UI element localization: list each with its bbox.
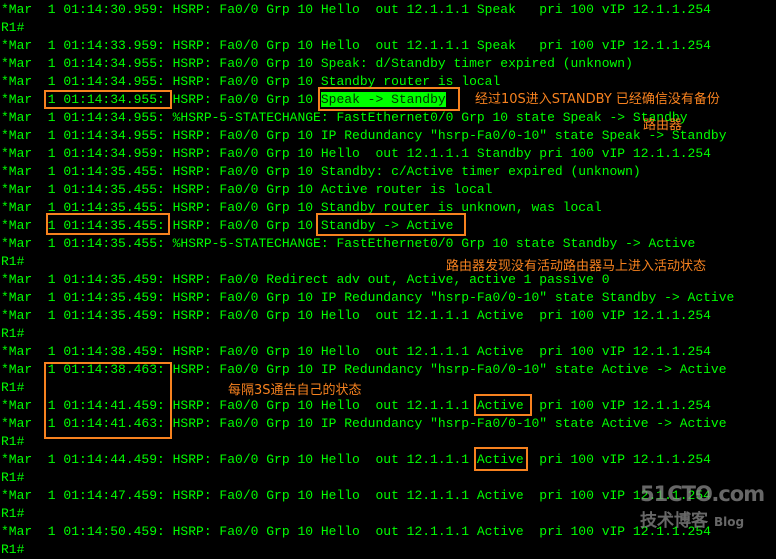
log-line: *Mar 1 01:14:35.459: HSRP: Fa0/0 Grp 10 … xyxy=(1,290,735,305)
log-line: *Mar 1 01:14:44.459: HSRP: Fa0/0 Grp 10 … xyxy=(1,452,711,467)
log-line: *Mar 1 01:14:50.459: HSRP: Fa0/0 Grp 10 … xyxy=(1,524,711,539)
watermark-subtitle: 技术博客 xyxy=(640,511,708,531)
annotation-active: 路由器发现没有活动路由器马上进入活动状态 xyxy=(446,259,707,274)
highlight-box-timestamp-speak-standby xyxy=(44,90,172,109)
highlight-box-active-2 xyxy=(474,447,528,471)
prompt-line: R1# xyxy=(1,326,25,341)
annotation-hello: 每隔3S通告自己的状态 xyxy=(228,383,362,398)
annotation-standby-cont: 路由器 xyxy=(643,118,683,133)
log-line: *Mar 1 01:14:35.459: HSRP: Fa0/0 Grp 10 … xyxy=(1,308,711,323)
prompt-line: R1# xyxy=(1,380,25,395)
highlight-box-timestamp-standby-active xyxy=(46,213,170,235)
prompt-line: R1# xyxy=(1,542,25,557)
highlight-box-active-1 xyxy=(474,394,532,416)
prompt-line: R1# xyxy=(1,254,25,269)
log-line: *Mar 1 01:14:34.955: HSRP: Fa0/0 Grp 10 … xyxy=(1,128,727,143)
highlight-box-hello-timestamps xyxy=(44,362,172,439)
log-line: *Mar 1 01:14:35.455: HSRP: Fa0/0 Grp 10 … xyxy=(1,182,493,197)
log-line: *Mar 1 01:14:47.459: HSRP: Fa0/0 Grp 10 … xyxy=(1,488,711,503)
log-line: *Mar 1 01:14:30.959: HSRP: Fa0/0 Grp 10 … xyxy=(1,2,711,17)
annotation-standby: 经过10S进入STANDBY 已经确信没有备份 xyxy=(475,92,720,107)
watermark-logo: 51CTO.com 技术博客 Blog xyxy=(640,482,770,531)
log-line: *Mar 1 01:14:38.459: HSRP: Fa0/0 Grp 10 … xyxy=(1,344,711,359)
prompt-line: R1# xyxy=(1,470,25,485)
log-line: *Mar 1 01:14:33.959: HSRP: Fa0/0 Grp 10 … xyxy=(1,38,711,53)
log-line: *Mar 1 01:14:35.455: HSRP: Fa0/0 Grp 10 … xyxy=(1,164,641,179)
log-line: *Mar 1 01:14:35.455: %HSRP-5-STATECHANGE… xyxy=(1,236,696,251)
prompt-line: R1# xyxy=(1,20,25,35)
log-line: *Mar 1 01:14:34.959: HSRP: Fa0/0 Grp 10 … xyxy=(1,146,711,161)
log-line: *Mar 1 01:14:34.955: %HSRP-5-STATECHANGE… xyxy=(1,110,688,125)
prompt-line: R1# xyxy=(1,434,25,449)
highlight-box-standby-active xyxy=(316,213,466,236)
log-line: *Mar 1 01:14:34.955: HSRP: Fa0/0 Grp 10 … xyxy=(1,56,633,71)
watermark-site: 51CTO.com xyxy=(640,482,765,506)
prompt-line: R1# xyxy=(1,506,25,521)
watermark-blog: Blog xyxy=(714,515,745,529)
highlight-box-speak-standby xyxy=(318,87,460,111)
